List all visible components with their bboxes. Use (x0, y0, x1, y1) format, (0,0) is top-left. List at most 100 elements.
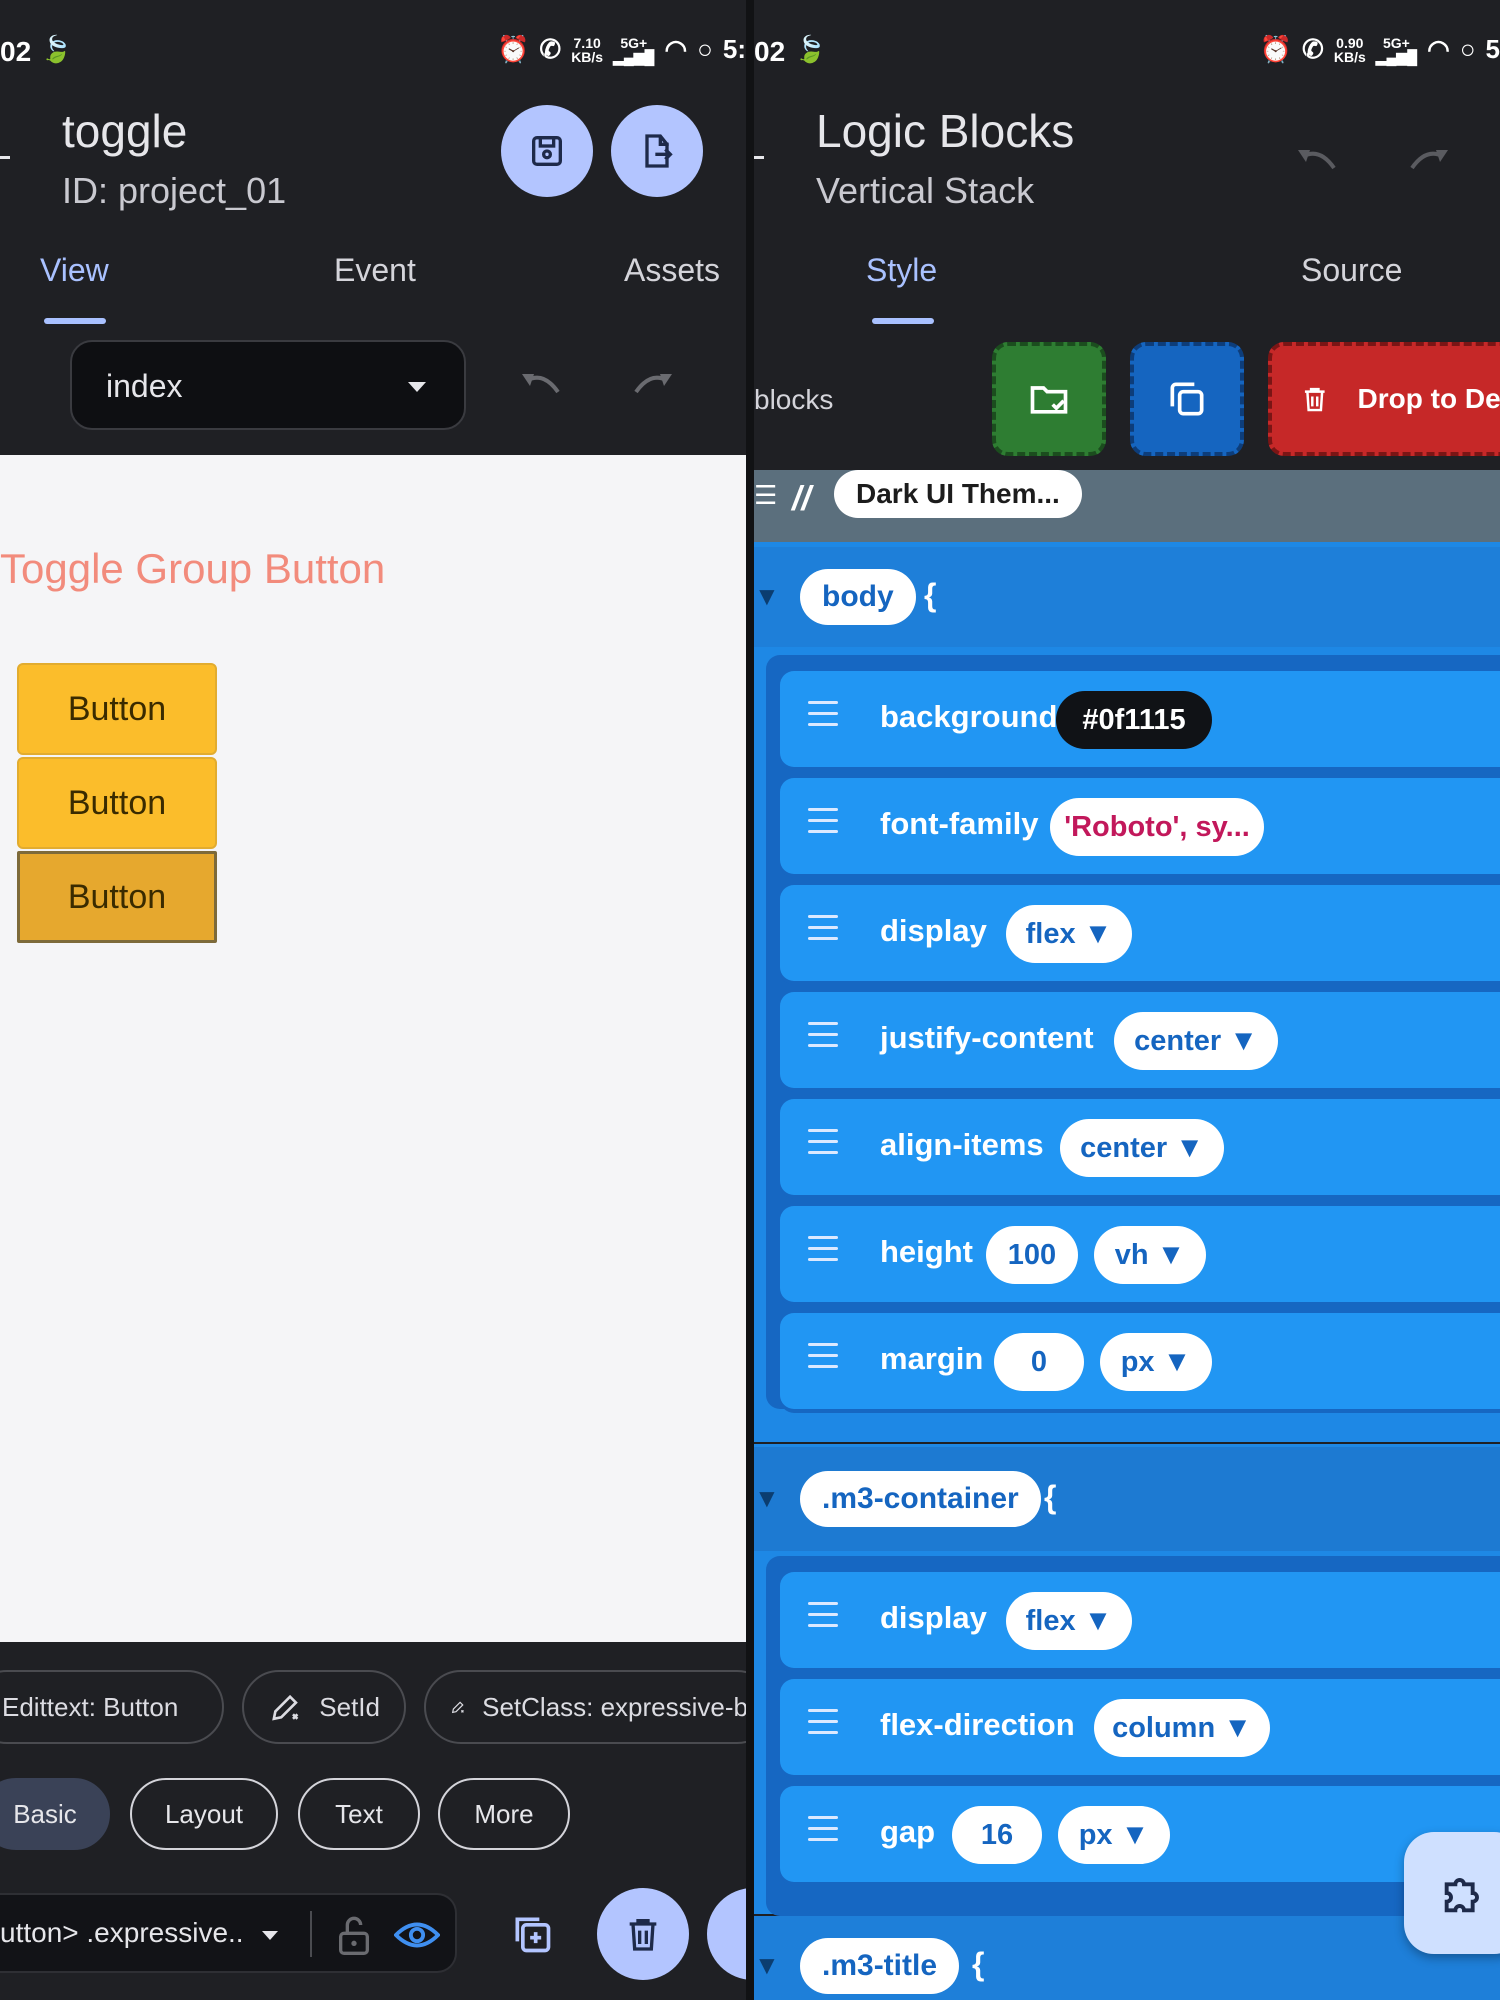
export-button[interactable] (611, 105, 703, 197)
drag-handle-icon[interactable] (808, 701, 838, 727)
status-icons: ⏰ ✆ 7.10 KB/s 5G+ ▂▄▆█ ◠ ○ 5: (497, 34, 746, 65)
save-icon (532, 136, 562, 166)
setclass-chip[interactable]: SetClass: expressive-b (424, 1670, 746, 1744)
prop-display[interactable]: display flex ▼ (780, 1572, 1500, 1668)
prop-name: display (880, 1600, 987, 1635)
preview-button-3-selected[interactable]: Button (17, 851, 217, 943)
collapse-arrow-icon[interactable]: ▼ (754, 1950, 780, 1981)
drag-handle-icon[interactable] (808, 1343, 838, 1369)
category-text[interactable]: Text (298, 1778, 420, 1850)
prop-value-dropdown[interactable]: flex ▼ (1006, 1592, 1132, 1650)
alarm-icon: ⏰ (1259, 34, 1293, 64)
tab-indicator (44, 318, 106, 324)
more-button[interactable] (707, 1888, 746, 1980)
prop-number-input[interactable]: 16 (952, 1806, 1042, 1864)
comment-block[interactable]: ☰ // Dark UI Them... (754, 470, 1500, 542)
edittext-chip[interactable]: Edittext: Button (0, 1670, 224, 1744)
duplicate-icon[interactable] (510, 1912, 554, 1956)
status-time: 02 (0, 36, 32, 67)
prop-value-dropdown[interactable]: center ▼ (1060, 1119, 1224, 1177)
selector-body[interactable]: body (800, 569, 916, 625)
rule-m3-container-header[interactable]: ▼ .m3-container { (754, 1447, 1500, 1551)
prop-number-input[interactable]: 0 (994, 1333, 1084, 1391)
drag-handle-icon[interactable] (808, 1709, 838, 1735)
collapse-arrow-icon[interactable]: ▼ (754, 581, 780, 612)
prop-gap[interactable]: gap 16 px ▼ (780, 1786, 1500, 1882)
collapse-arrow-icon[interactable]: ▼ (754, 1483, 780, 1514)
split-divider[interactable] (746, 0, 754, 2000)
tab-source[interactable]: Source (1301, 252, 1402, 289)
drag-handle-icon[interactable] (808, 808, 838, 834)
drag-handle-icon[interactable] (808, 1236, 838, 1262)
add-block-fab[interactable] (1404, 1832, 1500, 1954)
chevron-down-icon[interactable] (262, 1931, 278, 1940)
delete-button[interactable] (597, 1888, 689, 1980)
save-folder-button[interactable] (992, 342, 1106, 456)
category-basic[interactable]: Basic (0, 1778, 110, 1850)
undo-icon[interactable] (1294, 146, 1342, 176)
element-breadcrumb[interactable]: utton> .expressive.. (0, 1917, 244, 1949)
drag-handle-icon[interactable] (808, 1816, 838, 1842)
prop-value-dropdown[interactable]: center ▼ (1114, 1012, 1278, 1070)
redo-icon[interactable] (1404, 146, 1452, 176)
status-time: 02 (754, 36, 786, 67)
rule-m3-title[interactable]: ▼ .m3-title { (754, 1916, 1500, 2000)
prop-display[interactable]: display flex ▼ (780, 885, 1500, 981)
tab-assets[interactable]: Assets (624, 252, 720, 289)
call-icon: ✆ (1302, 34, 1324, 64)
prop-name: flex-direction (880, 1707, 1075, 1742)
tab-view[interactable]: View (40, 252, 109, 289)
prop-flex-direction[interactable]: flex-direction column ▼ (780, 1679, 1500, 1775)
preview-button-2[interactable]: Button (17, 757, 217, 849)
back-icon[interactable] (754, 156, 764, 159)
prop-background[interactable]: background #0f1115 (780, 671, 1500, 767)
prop-value-dropdown[interactable]: flex ▼ (1006, 905, 1132, 963)
selector-m3-container[interactable]: .m3-container (800, 1471, 1041, 1527)
selector-m3-title[interactable]: .m3-title (800, 1938, 960, 1994)
prop-justify-content[interactable]: justify-content center ▼ (780, 992, 1500, 1088)
prop-name: margin (880, 1341, 984, 1376)
prop-value-dropdown[interactable]: column ▼ (1094, 1699, 1270, 1757)
category-more[interactable]: More (438, 1778, 570, 1850)
network-type: 5G+ (620, 34, 648, 51)
drag-handle-icon[interactable]: ☰ (754, 480, 777, 511)
comment-text[interactable]: Dark UI Them... (834, 470, 1082, 518)
rule-body-header[interactable]: ▼ body { (754, 547, 1500, 647)
prop-number-input[interactable]: 100 (986, 1226, 1078, 1284)
drop-to-delete-zone[interactable]: Drop to Dele (1268, 342, 1500, 456)
alarm-icon: ⏰ (497, 34, 530, 64)
drag-handle-icon[interactable] (808, 915, 838, 941)
prop-unit-dropdown[interactable]: vh ▼ (1094, 1226, 1206, 1284)
page-select[interactable]: index (70, 340, 466, 430)
blocks-label: blocks (754, 384, 834, 415)
drop-to-delete-label: Drop to Dele (1357, 383, 1500, 414)
prop-margin[interactable]: margin 0 px ▼ (780, 1313, 1500, 1409)
undo-icon[interactable] (518, 370, 566, 400)
eye-icon[interactable] (394, 1917, 440, 1953)
tab-style[interactable]: Style (866, 252, 937, 289)
prop-unit-dropdown[interactable]: px ▼ (1100, 1333, 1212, 1391)
prop-align-items[interactable]: align-items center ▼ (780, 1099, 1500, 1195)
prop-font-family[interactable]: font-family 'Roboto', sy... (780, 778, 1500, 874)
unlock-icon[interactable] (334, 1913, 374, 1957)
open-brace: { (1044, 1479, 1057, 1515)
back-icon[interactable] (0, 156, 10, 159)
drag-handle-icon[interactable] (808, 1022, 838, 1048)
page-select-value: index (106, 368, 183, 404)
drag-handle-icon[interactable] (808, 1129, 838, 1155)
tab-event[interactable]: Event (334, 252, 416, 289)
prop-unit-dropdown[interactable]: px ▼ (1058, 1806, 1170, 1864)
open-brace: { (924, 577, 937, 613)
category-layout[interactable]: Layout (130, 1778, 278, 1850)
preview-heading: Toggle Group Button (0, 545, 386, 592)
save-button[interactable] (501, 105, 593, 197)
preview-button-1[interactable]: Button (17, 663, 217, 755)
prop-value[interactable]: #0f1115 (1056, 691, 1212, 749)
drag-handle-icon[interactable] (808, 1602, 838, 1628)
prop-value[interactable]: 'Roboto', sy... (1050, 798, 1264, 856)
redo-icon[interactable] (628, 370, 676, 400)
copy-button[interactable] (1130, 342, 1244, 456)
edit-pen-icon (272, 1694, 299, 1721)
setid-chip[interactable]: SetId (242, 1670, 406, 1744)
prop-height[interactable]: height 100 vh ▼ (780, 1206, 1500, 1302)
